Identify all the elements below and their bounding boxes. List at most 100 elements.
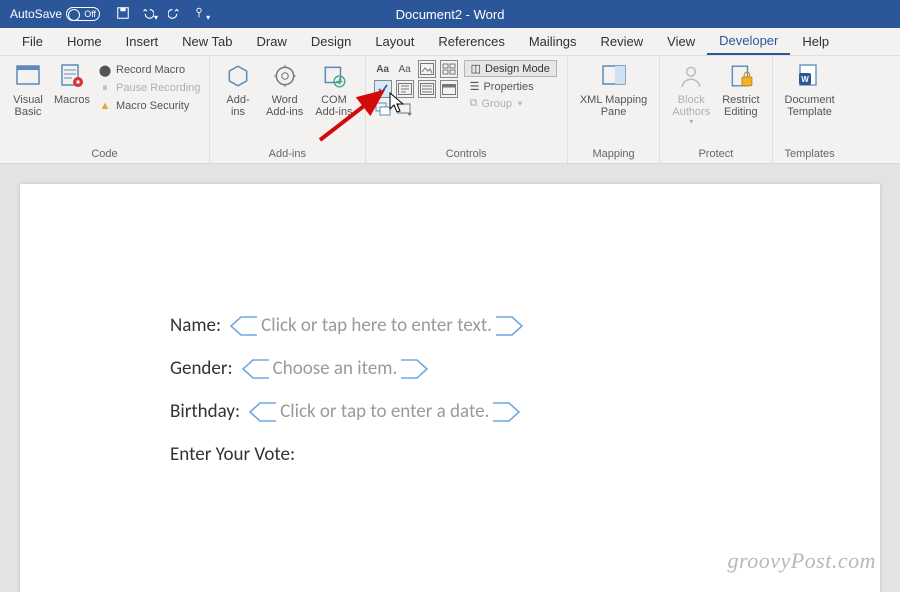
tab-home[interactable]: Home xyxy=(55,29,114,54)
restrict-editing-button[interactable]: Restrict Editing xyxy=(716,58,765,120)
bracket-open-icon xyxy=(239,358,273,380)
word-addins-icon xyxy=(269,60,301,92)
group-templates-label: Templates xyxy=(779,146,841,163)
tab-review[interactable]: Review xyxy=(589,29,656,54)
rich-text-control-icon[interactable]: Aa xyxy=(374,60,392,78)
record-macro-button[interactable]: ⬤Record Macro xyxy=(94,62,204,78)
group-controls-label: Controls xyxy=(372,146,561,163)
field-vote: Enter Your Vote: xyxy=(170,443,730,466)
group-protect-label: Protect xyxy=(666,146,765,163)
name-placeholder: Click or tap here to enter text. xyxy=(261,314,492,337)
autosave-label: AutoSave xyxy=(10,7,62,21)
field-birthday: Birthday: Click or tap to enter a date. xyxy=(170,400,730,423)
document-template-button[interactable]: W Document Template xyxy=(779,58,841,120)
tab-developer[interactable]: Developer xyxy=(707,28,790,55)
pause-recording-button: ⏸Pause Recording xyxy=(94,80,204,96)
bracket-close-icon xyxy=(489,401,523,423)
com-addins-icon xyxy=(318,60,350,92)
group-addins: Add- ins Word Add-ins COM Add-ins Add-in… xyxy=(210,56,366,163)
save-icon[interactable] xyxy=(116,6,130,23)
tab-layout[interactable]: Layout xyxy=(363,29,426,54)
bracket-open-icon xyxy=(227,315,261,337)
xml-mapping-icon xyxy=(598,60,630,92)
restrict-editing-icon xyxy=(725,60,757,92)
visual-basic-button[interactable]: Visual Basic xyxy=(6,58,50,120)
group-controls: Aa Aa ◫Design Mode ☰Propert xyxy=(366,56,568,163)
design-mode-icon: ◫ xyxy=(471,62,481,75)
bracket-open-icon xyxy=(246,401,280,423)
checkbox-control-icon[interactable] xyxy=(374,80,392,98)
plain-text-control-icon[interactable]: Aa xyxy=(396,60,414,78)
redo-icon[interactable] xyxy=(168,6,182,23)
document-area: Name: Click or tap here to enter text. G… xyxy=(0,164,900,592)
svg-text:W: W xyxy=(801,75,809,84)
visual-basic-icon xyxy=(12,60,44,92)
group-protect: Block Authors▾ Restrict Editing Protect xyxy=(660,56,772,163)
touch-mode-icon[interactable]: ▾ xyxy=(192,6,210,23)
quick-access-toolbar: ▾ ▾ xyxy=(116,6,210,23)
macro-security-button[interactable]: ▲Macro Security xyxy=(94,98,204,114)
design-mode-button[interactable]: ◫Design Mode xyxy=(464,60,557,77)
watermark: groovyPost.com xyxy=(727,548,876,574)
tab-mailings[interactable]: Mailings xyxy=(517,29,589,54)
xml-mapping-button[interactable]: XML Mapping Pane xyxy=(574,58,653,120)
group-button: ⧉Group▾ xyxy=(464,96,557,111)
birthday-label: Birthday: xyxy=(170,400,240,423)
group-templates: W Document Template Templates xyxy=(773,56,847,163)
field-gender: Gender: Choose an item. xyxy=(170,357,730,380)
ribbon-tabs: File Home Insert New Tab Draw Design Lay… xyxy=(0,28,900,56)
tab-help[interactable]: Help xyxy=(790,29,841,54)
group-mapping: XML Mapping Pane Mapping xyxy=(568,56,660,163)
tab-file[interactable]: File xyxy=(10,29,55,54)
dropdown-list-control-icon[interactable] xyxy=(418,80,436,98)
gender-label: Gender: xyxy=(170,357,233,380)
birthday-placeholder: Click or tap to enter a date. xyxy=(280,400,489,423)
macros-icon xyxy=(56,60,88,92)
building-block-control-icon[interactable] xyxy=(440,60,458,78)
date-picker-control-icon[interactable] xyxy=(440,80,458,98)
macros-button[interactable]: Macros xyxy=(50,58,94,108)
addins-icon xyxy=(222,60,254,92)
gender-content-control[interactable]: Choose an item. xyxy=(239,357,432,380)
tab-design[interactable]: Design xyxy=(299,29,363,54)
addins-button[interactable]: Add- ins xyxy=(216,58,260,120)
block-authors-button: Block Authors▾ xyxy=(666,58,716,129)
record-icon: ⬤ xyxy=(98,63,112,77)
undo-icon[interactable]: ▾ xyxy=(140,6,158,23)
group-code: Visual Basic Macros ⬤Record Macro ⏸Pause… xyxy=(0,56,210,163)
ribbon: Visual Basic Macros ⬤Record Macro ⏸Pause… xyxy=(0,56,900,164)
birthday-content-control[interactable]: Click or tap to enter a date. xyxy=(246,400,523,423)
legacy-tools-icon[interactable] xyxy=(396,100,414,118)
gender-placeholder: Choose an item. xyxy=(273,357,398,380)
picture-control-icon[interactable] xyxy=(418,60,436,78)
autosave-toggle[interactable]: AutoSave Off xyxy=(6,7,104,21)
autosave-switch[interactable]: Off xyxy=(66,7,100,21)
name-label: Name: xyxy=(170,314,221,337)
group-mapping-label: Mapping xyxy=(574,146,653,163)
document-template-icon: W xyxy=(794,60,826,92)
bracket-close-icon xyxy=(492,315,526,337)
pause-icon: ⏸ xyxy=(98,81,112,95)
tab-newtab[interactable]: New Tab xyxy=(170,29,244,54)
group-code-label: Code xyxy=(6,146,203,163)
tab-view[interactable]: View xyxy=(655,29,707,54)
field-name: Name: Click or tap here to enter text. xyxy=(170,314,730,337)
document-page[interactable]: Name: Click or tap here to enter text. G… xyxy=(20,184,880,592)
title-bar: AutoSave Off ▾ ▾ Document2 - Word xyxy=(0,0,900,28)
warning-icon: ▲ xyxy=(98,99,112,113)
document-title: Document2 - Word xyxy=(396,7,505,22)
combo-box-control-icon[interactable] xyxy=(396,80,414,98)
tab-draw[interactable]: Draw xyxy=(245,29,299,54)
word-addins-button[interactable]: Word Add-ins xyxy=(260,58,309,120)
properties-button[interactable]: ☰Properties xyxy=(464,79,557,94)
tab-references[interactable]: References xyxy=(426,29,516,54)
group-addins-label: Add-ins xyxy=(216,146,359,163)
name-content-control[interactable]: Click or tap here to enter text. xyxy=(227,314,526,337)
bracket-close-icon xyxy=(397,358,431,380)
tab-insert[interactable]: Insert xyxy=(114,29,171,54)
vote-label: Enter Your Vote: xyxy=(170,443,295,466)
properties-icon: ☰ xyxy=(470,80,480,93)
com-addins-button[interactable]: COM Add-ins xyxy=(309,58,358,120)
repeating-section-control-icon[interactable] xyxy=(374,100,392,118)
block-authors-icon xyxy=(675,60,707,92)
